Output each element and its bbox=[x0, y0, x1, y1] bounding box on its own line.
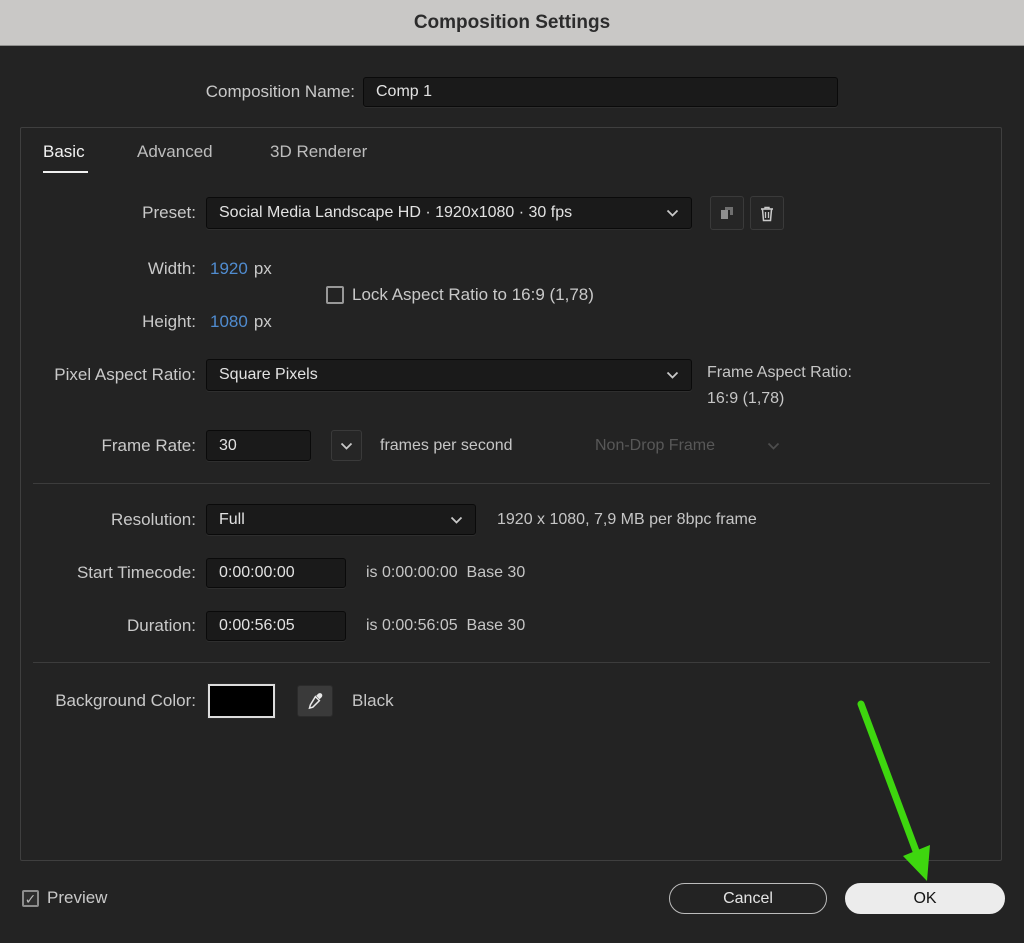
tab-advanced[interactable]: Advanced bbox=[137, 142, 213, 162]
active-tab-underline bbox=[43, 171, 88, 173]
tab-basic[interactable]: Basic bbox=[43, 142, 85, 162]
drop-frame-dropdown: Non-Drop Frame bbox=[595, 430, 780, 461]
composition-name-label: Composition Name: bbox=[205, 82, 355, 101]
preview-checkbox[interactable]: ✓ bbox=[22, 890, 39, 907]
chevron-down-icon bbox=[340, 442, 353, 450]
cancel-button[interactable]: Cancel bbox=[669, 883, 827, 914]
preset-value: Social Media Landscape HD · 1920x1080 · … bbox=[219, 204, 573, 221]
width-unit: px bbox=[253, 259, 272, 278]
height-unit: px bbox=[253, 312, 272, 331]
height-value[interactable]: 1080 bbox=[210, 312, 248, 331]
frame-rate-input[interactable] bbox=[206, 430, 311, 461]
background-color-swatch[interactable] bbox=[207, 683, 276, 719]
frame-rate-label: Frame Rate: bbox=[101, 436, 196, 455]
save-preset-icon bbox=[719, 205, 735, 221]
duration-info: is 0:00:56:05 Base 30 bbox=[366, 617, 526, 634]
width-value-row: 1920 px bbox=[210, 258, 272, 280]
save-preset-button[interactable] bbox=[710, 196, 744, 230]
eyedropper-button[interactable] bbox=[297, 685, 333, 717]
pixel-aspect-label: Pixel Aspect Ratio: bbox=[54, 365, 196, 384]
chevron-down-icon bbox=[666, 209, 679, 217]
frame-rate-dropdown-button[interactable] bbox=[331, 430, 362, 461]
drop-frame-value: Non-Drop Frame bbox=[595, 436, 716, 454]
height-value-row: 1080 px bbox=[210, 311, 272, 333]
divider bbox=[33, 662, 990, 663]
frame-aspect-label: Frame Aspect Ratio: bbox=[707, 364, 852, 381]
chevron-down-icon bbox=[450, 516, 463, 524]
settings-panel bbox=[20, 127, 1002, 861]
lock-aspect-label: Lock Aspect Ratio to 16:9 (1,78) bbox=[352, 285, 594, 304]
frame-aspect-value: 16:9 (1,78) bbox=[707, 390, 785, 407]
tab-3d-renderer[interactable]: 3D Renderer bbox=[270, 142, 367, 162]
trash-icon bbox=[759, 205, 775, 222]
width-value[interactable]: 1920 bbox=[210, 259, 248, 278]
pixel-aspect-value: Square Pixels bbox=[219, 366, 318, 383]
resolution-info: 1920 x 1080, 7,9 MB per 8bpc frame bbox=[497, 511, 757, 528]
chevron-down-icon bbox=[767, 442, 780, 450]
preset-label: Preset: bbox=[142, 203, 196, 222]
check-icon: ✓ bbox=[24, 890, 37, 907]
divider bbox=[33, 483, 990, 484]
resolution-label: Resolution: bbox=[110, 510, 196, 529]
lock-aspect-checkbox[interactable] bbox=[326, 286, 344, 304]
preset-dropdown[interactable]: Social Media Landscape HD · 1920x1080 · … bbox=[206, 197, 692, 229]
height-label: Height: bbox=[142, 312, 196, 331]
dialog-title: Composition Settings bbox=[413, 11, 611, 33]
frame-rate-unit: frames per second bbox=[380, 437, 513, 454]
duration-label: Duration: bbox=[127, 616, 196, 635]
delete-preset-button[interactable] bbox=[750, 196, 784, 230]
pixel-aspect-dropdown[interactable]: Square Pixels bbox=[206, 359, 692, 391]
start-timecode-label: Start Timecode: bbox=[76, 563, 196, 582]
resolution-dropdown[interactable]: Full bbox=[206, 504, 476, 535]
preview-label: Preview bbox=[47, 888, 108, 907]
chevron-down-icon bbox=[666, 371, 679, 379]
background-color-name: Black bbox=[352, 691, 394, 710]
resolution-value: Full bbox=[219, 510, 245, 528]
duration-input[interactable] bbox=[206, 611, 346, 641]
start-timecode-input[interactable] bbox=[206, 558, 346, 588]
eyedropper-icon bbox=[306, 692, 324, 710]
composition-name-input[interactable] bbox=[363, 77, 838, 107]
ok-button[interactable]: OK bbox=[845, 883, 1005, 914]
start-timecode-info: is 0:00:00:00 Base 30 bbox=[366, 564, 526, 581]
background-color-label: Background Color: bbox=[55, 691, 196, 710]
width-label: Width: bbox=[147, 259, 196, 278]
dialog-titlebar: Composition Settings bbox=[0, 0, 1024, 46]
